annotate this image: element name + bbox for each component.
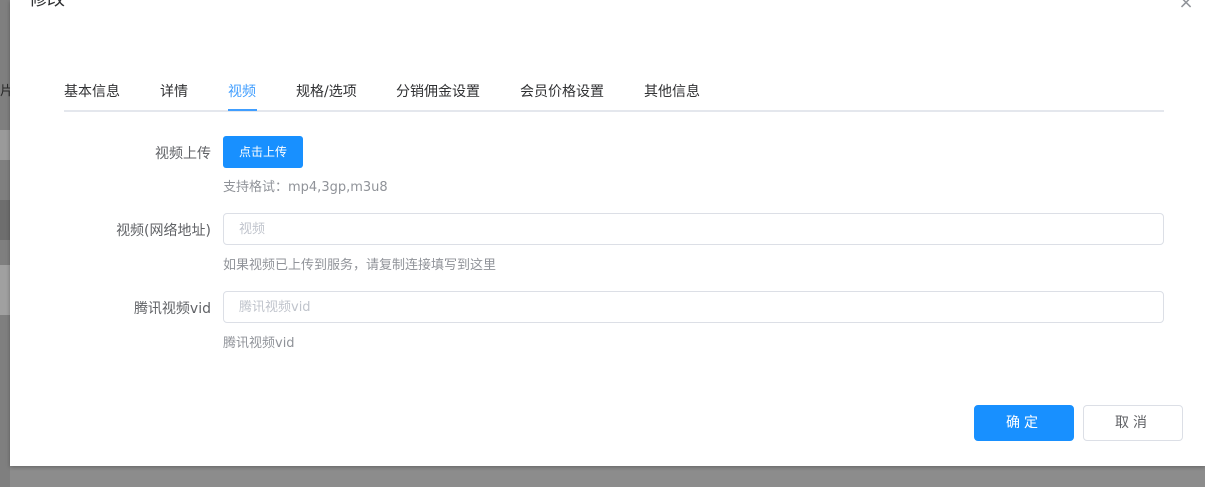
tencent-vid-label: 腾讯视频vid [133, 301, 211, 317]
tab-bar: 基本信息 详情 视频 规格/选项 分销佣金设置 会员价格设置 其他信息 [64, 72, 1164, 112]
tab-basic-info[interactable]: 基本信息 [64, 72, 120, 110]
video-url-hint: 如果视频已上传到服务，请复制连接填写到这里 [223, 258, 497, 273]
cancel-button[interactable]: 取消 [1083, 405, 1183, 441]
confirm-button[interactable]: 确定 [974, 405, 1074, 441]
tab-details[interactable]: 详情 [160, 72, 188, 110]
tab-other-info[interactable]: 其他信息 [644, 72, 700, 110]
backdrop-strip [0, 265, 10, 315]
tab-member-price[interactable]: 会员价格设置 [520, 72, 604, 110]
edit-dialog: 修改 × 基本信息 详情 视频 规格/选项 分销佣金设置 会员价格设置 其他信息… [10, 0, 1205, 466]
tab-video[interactable]: 视频 [228, 72, 256, 110]
backdrop-strip [0, 200, 10, 240]
tencent-vid-hint: 腾讯视频vid [223, 336, 295, 351]
video-format-hint: 支持格试：mp4,3gp,m3u8 [223, 180, 388, 195]
video-url-input[interactable] [223, 213, 1164, 245]
video-upload-label: 视频上传 [155, 146, 211, 162]
tab-distribution-commission[interactable]: 分销佣金设置 [396, 72, 480, 110]
tab-specs[interactable]: 规格/选项 [296, 72, 357, 110]
backdrop-strip [0, 130, 10, 160]
backdrop [0, 0, 10, 487]
upload-button[interactable]: 点击上传 [223, 136, 303, 168]
dialog-title: 修改 [29, 0, 65, 12]
tab-active-indicator [228, 109, 257, 111]
video-url-label: 视频(网络地址) [116, 223, 211, 239]
close-icon[interactable]: × [1177, 0, 1195, 12]
tencent-vid-input[interactable] [223, 291, 1164, 323]
